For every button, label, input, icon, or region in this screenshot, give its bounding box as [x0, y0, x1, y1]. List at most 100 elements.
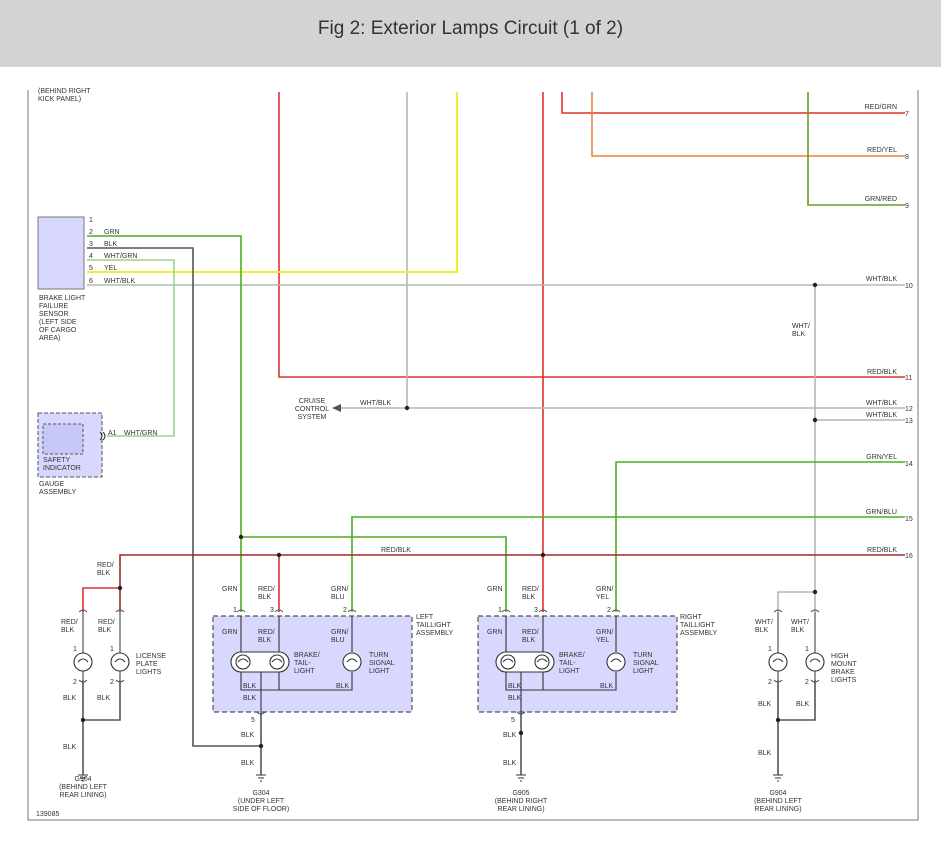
label-line: BRAKE: [831, 669, 855, 676]
svg-text:GRN: GRN: [487, 586, 503, 593]
wire-grn-right: [241, 536, 507, 612]
svg-text:BLK: BLK: [796, 701, 810, 708]
svg-text:RED/BLK: RED/BLK: [98, 619, 115, 634]
label-line: G304: [252, 790, 269, 797]
wire-red-blk-16: [119, 554, 905, 612]
svg-text:BLK: BLK: [241, 732, 255, 739]
label-line: TAILLIGHT: [416, 622, 452, 629]
license-bulb-right-icon: [110, 652, 130, 672]
svg-text:BLK: BLK: [241, 760, 255, 767]
svg-text:GRN/BLU: GRN/BLU: [866, 509, 897, 516]
right-wire-numbers: 7 8 9 10 11 12 13 14 15 16: [905, 111, 913, 560]
svg-text:1: 1: [89, 217, 93, 224]
wire-wht-grn: [87, 259, 175, 437]
label-line: BLK: [98, 627, 112, 634]
svg-text:10: 10: [905, 283, 913, 290]
label-line: ASSEMBLY: [39, 489, 77, 496]
label-line: LEFT: [416, 614, 434, 621]
label-line: CRUISE: [299, 398, 326, 405]
label-line: BLK: [258, 637, 272, 644]
label-line: LIGHT: [633, 668, 654, 675]
wht-blk-vertical-label: WHT/BLK: [792, 323, 810, 338]
label-line: (BEHIND RIGHT: [38, 88, 91, 95]
svg-text:RED/BLK: RED/BLK: [867, 369, 897, 376]
svg-text:2: 2: [768, 679, 772, 686]
svg-text:5: 5: [89, 265, 93, 272]
svg-text:7: 7: [905, 111, 909, 118]
label-line: SIGNAL: [369, 660, 395, 667]
svg-text:WHT/GRN: WHT/GRN: [104, 253, 137, 260]
label-line: RED/: [61, 619, 78, 626]
wire-high-mount-feed: [777, 591, 816, 612]
label-line: (LEFT SIDE: [39, 319, 77, 326]
label-line: GRN/: [331, 629, 349, 636]
label-line: G904: [74, 776, 91, 783]
label-line: (UNDER LEFT: [238, 798, 285, 805]
g904-right-label: G904 (BEHIND LEFT REAR LINING): [754, 790, 803, 813]
svg-text:GRN: GRN: [104, 229, 120, 236]
label-line: GAUGE: [39, 481, 65, 488]
svg-text:5: 5: [511, 717, 515, 724]
label-line: REAR LINING): [497, 806, 544, 813]
figure-id: 139085: [36, 811, 59, 818]
svg-text:1: 1: [498, 607, 502, 614]
wire-grn-yel-14: [615, 461, 905, 612]
label-line: TAILLIGHT: [680, 622, 716, 629]
label-line: LIGHT: [369, 668, 390, 675]
label-line: PLATE: [136, 661, 158, 668]
red-blk-bus-label: RED/BLK: [381, 547, 411, 554]
g904-left-label: G904 (BEHIND LEFT REAR LINING): [59, 776, 108, 799]
label-line: LICENSE: [136, 653, 166, 660]
brake-sensor-label: BRAKE LIGHT FAILURE SENSOR (LEFT SIDE OF CAR…: [39, 295, 86, 342]
label-line: SENSOR: [39, 311, 69, 318]
label-line: LIGHTS: [136, 669, 162, 676]
label-line: BRAKE LIGHT: [39, 295, 86, 302]
svg-text:BLK: BLK: [508, 695, 522, 702]
svg-text:2: 2: [110, 679, 114, 686]
label-line: BLK: [61, 627, 75, 634]
license-plate-label: LICENSE PLATE LIGHTS: [136, 653, 166, 676]
sensor-pin-numbers: 1 2 3 4 5 6: [89, 217, 93, 285]
wire-yel: [87, 92, 458, 273]
wire-red-yel-8: [591, 92, 905, 157]
high-mount-label: HIGH MOUNT BRAKE LIGHTS: [831, 653, 857, 684]
label-line: BLK: [791, 627, 805, 634]
gauge-pin-label: A1: [108, 430, 117, 437]
svg-text:BLK: BLK: [600, 683, 614, 690]
svg-text:BLK: BLK: [63, 695, 77, 702]
junction-dots: [80, 282, 818, 749]
svg-text:1: 1: [110, 646, 114, 653]
label-line: REAR LINING): [59, 792, 106, 799]
label-line: RED/: [522, 629, 539, 636]
svg-text:3: 3: [270, 607, 274, 614]
right-turn-bulb-icon: [606, 652, 626, 672]
exterior-lamps-circuit-diagram: (BEHIND RIGHT KICK PANEL) BRAKE LIGHT FAIL…: [27, 88, 919, 821]
cruise-control-label: CRUISE CONTROL SYSTEM: [295, 398, 329, 421]
wire-red-license: [82, 587, 120, 612]
cruise-wire-label: WHT/BLK: [360, 400, 391, 407]
svg-text:2: 2: [73, 679, 77, 686]
label-line: BLU: [331, 637, 345, 644]
svg-text:8: 8: [905, 154, 909, 161]
svg-text:GRN/BLU: GRN/BLU: [331, 586, 349, 601]
label-line: INDICATOR: [43, 465, 81, 472]
svg-text:2: 2: [607, 607, 611, 614]
label-line: TURN: [633, 652, 652, 659]
label-line: WHT/: [791, 619, 809, 626]
label-line: RED/: [258, 586, 275, 593]
svg-text:13: 13: [905, 418, 913, 425]
high-mount-bulb-right-icon: [805, 652, 825, 672]
label-line: (BEHIND LEFT: [754, 798, 803, 805]
svg-text:1: 1: [768, 646, 772, 653]
svg-text:WHT/BLK: WHT/BLK: [791, 619, 809, 634]
high-mount-bulb-left-icon: [768, 652, 788, 672]
svg-text:RED/BLK: RED/BLK: [867, 547, 897, 554]
svg-text:2: 2: [343, 607, 347, 614]
left-turn-bulb-icon: [342, 652, 362, 672]
svg-text:6: 6: [89, 278, 93, 285]
svg-text:WHT/BLK: WHT/BLK: [104, 278, 135, 285]
svg-text:9: 9: [905, 203, 909, 210]
label-line: FAILURE: [39, 303, 69, 310]
license-red-blk-upper: RED/BLK: [97, 562, 114, 577]
label-line: BLK: [97, 570, 111, 577]
